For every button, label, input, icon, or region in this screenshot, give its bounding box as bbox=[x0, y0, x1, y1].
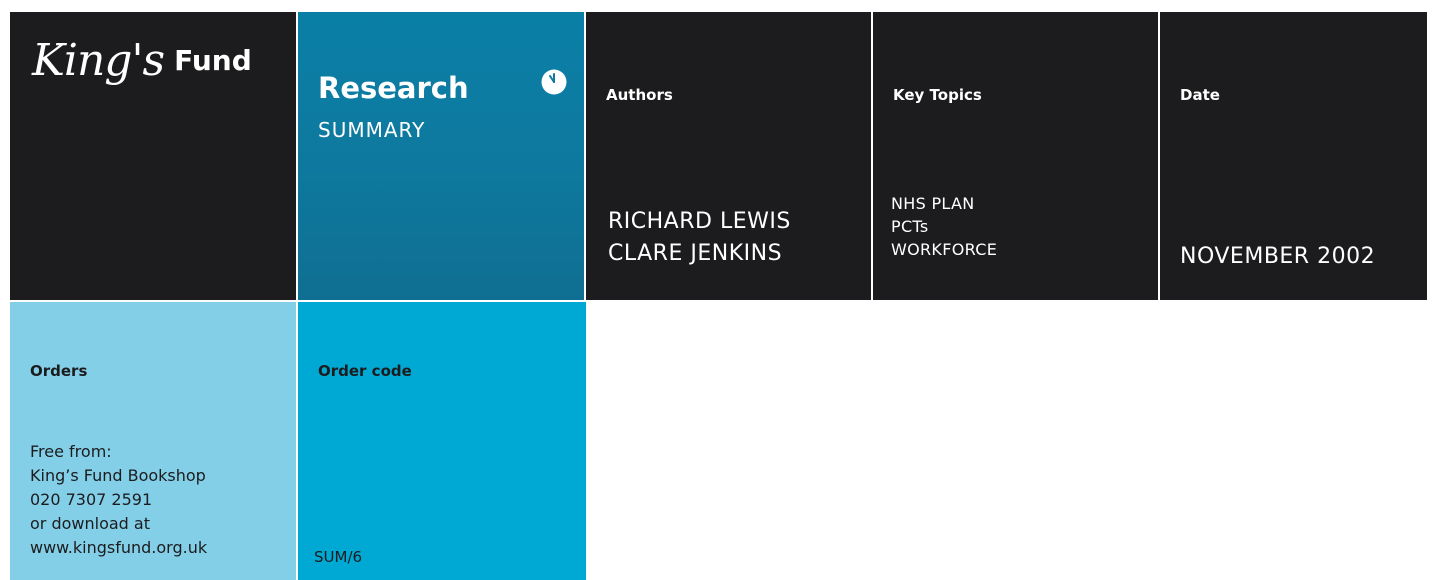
orders-line: King’s Fund Bookshop bbox=[30, 466, 206, 485]
key-topics-heading: Key Topics bbox=[893, 86, 982, 104]
date-panel: Date NOVEMBER 2002 bbox=[1160, 12, 1427, 300]
logo-fund-text: Fund bbox=[174, 44, 252, 77]
topic-item: WORKFORCE bbox=[891, 240, 998, 259]
key-topics-panel: Key Topics NHS PLAN PCTs WORKFORCE bbox=[873, 12, 1158, 300]
kings-fund-logo: King's Fund bbox=[32, 26, 252, 96]
orders-panel: Orders Free from: King’s Fund Bookshop 0… bbox=[10, 302, 296, 580]
authors-heading: Authors bbox=[606, 86, 673, 104]
order-code-value: SUM/6 bbox=[314, 548, 363, 566]
author-name: RICHARD LEWIS bbox=[608, 209, 791, 234]
clock-icon bbox=[541, 69, 567, 95]
orders-line: Free from: bbox=[30, 442, 112, 461]
order-code-heading: Order code bbox=[318, 362, 412, 380]
date-value: NOVEMBER 2002 bbox=[1180, 244, 1376, 269]
logo-script-text: King's bbox=[32, 35, 165, 86]
orders-website-link[interactable]: www.kingsfund.org.uk bbox=[30, 536, 207, 560]
orders-line: or download at bbox=[30, 514, 150, 533]
topic-item: NHS PLAN bbox=[891, 194, 975, 213]
research-subtitle: SUMMARY bbox=[318, 118, 426, 142]
logo-panel: King's Fund bbox=[10, 12, 296, 300]
topic-item: PCTs bbox=[891, 217, 929, 236]
research-title: Research bbox=[318, 71, 469, 105]
research-panel: Research SUMMARY bbox=[298, 12, 584, 300]
orders-info: Free from: King’s Fund Bookshop 020 7307… bbox=[30, 440, 207, 560]
date-heading: Date bbox=[1180, 86, 1220, 104]
orders-heading: Orders bbox=[30, 362, 88, 380]
order-code-panel: Order code SUM/6 bbox=[298, 302, 586, 580]
author-name: CLARE JENKINS bbox=[608, 241, 783, 266]
authors-panel: Authors RICHARD LEWIS CLARE JENKINS bbox=[586, 12, 871, 300]
key-topics-list: NHS PLAN PCTs WORKFORCE bbox=[891, 192, 997, 261]
authors-list: RICHARD LEWIS CLARE JENKINS bbox=[608, 206, 791, 270]
orders-line: 020 7307 2591 bbox=[30, 490, 153, 509]
